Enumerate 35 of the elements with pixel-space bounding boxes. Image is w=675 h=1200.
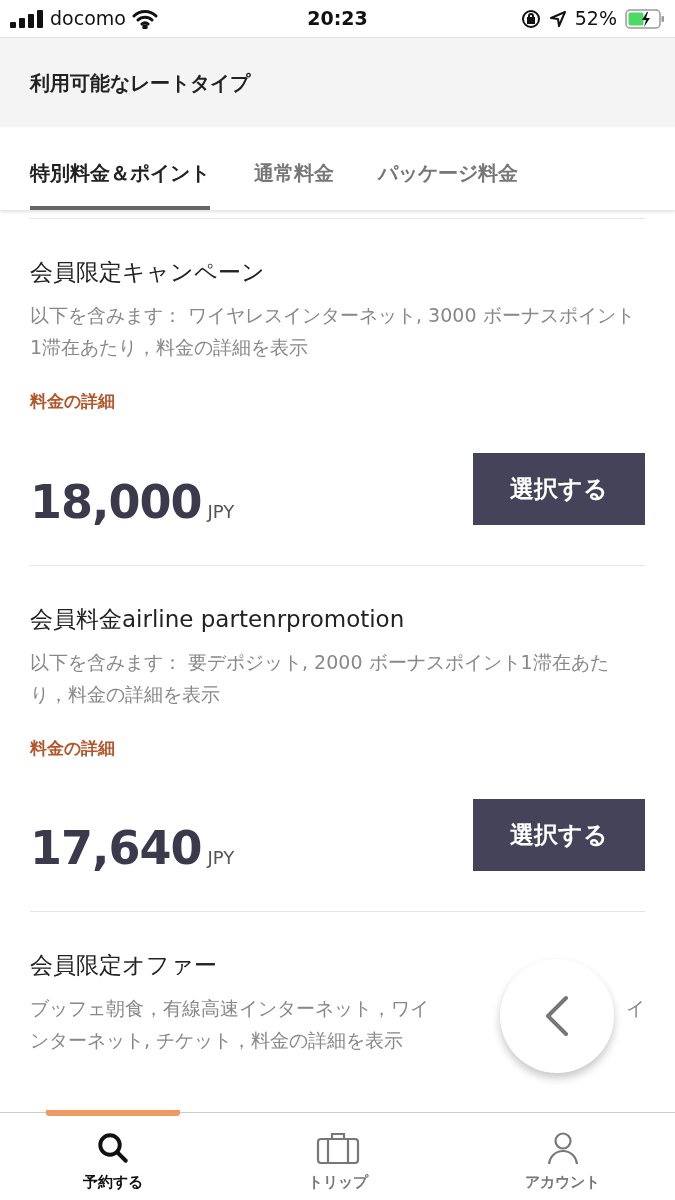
nav-tab[interactable]: アカウント (450, 1113, 675, 1200)
rate-tab[interactable]: 特別料金＆ポイント (30, 158, 210, 210)
rate-details-link[interactable]: 料金の詳細 (30, 389, 115, 415)
rate-tab[interactable]: パッケージ料金 (378, 158, 518, 210)
wifi-icon (131, 8, 158, 29)
location-arrow-icon (548, 9, 567, 28)
nav-tab[interactable]: トリップ (225, 1113, 450, 1200)
select-button[interactable]: 選択する (473, 799, 645, 871)
rate-title: 会員限定オファー (30, 951, 218, 980)
carrier-name: docomo (50, 6, 126, 32)
battery-percent: 52% (574, 6, 617, 32)
rotation-lock-icon (520, 8, 541, 29)
person-icon (546, 1131, 579, 1165)
nav-tab[interactable]: 予約する (0, 1113, 225, 1200)
rate-description: ブッフェ朝食，有線高速インターネット，ワイ (30, 996, 429, 1021)
signal-icon (10, 9, 44, 28)
rate-details-link[interactable]: 料金の詳細 (30, 735, 115, 761)
rate-description: 以下を含みます： 要デポジット, 2000 ボーナスポイント1滞在あたり，料金の詳細を表示 (30, 649, 610, 707)
rate-description: ンターネット, チケット，料金の詳細を表示 (30, 1028, 404, 1053)
rate-price: 18,000 (30, 478, 202, 525)
price-currency: JPY (207, 846, 235, 870)
page-title: 利用可能なレートタイプ (30, 69, 250, 97)
price-currency: JPY (207, 499, 235, 524)
clock-time: 20:23 (307, 6, 368, 32)
rate-title: 会員限定キャンペーン (30, 258, 266, 287)
rate-tab[interactable]: 通常料金 (254, 158, 334, 210)
battery-icon (625, 8, 665, 29)
select-button[interactable]: 選択する (473, 452, 645, 525)
suitcase-icon (315, 1131, 360, 1165)
rate-description: 以下を含みます： ワイヤレスインターネット, 3000 ボーナスポイント1滞在あたり，料金の詳細を表示 (30, 303, 636, 360)
rate-title: 会員料金airline partenrpromotion (30, 604, 406, 634)
rate-description: イ (626, 996, 645, 1021)
chevron-left-icon (544, 995, 570, 1037)
back-fab[interactable] (500, 959, 614, 1073)
rate-price: 17,640 (30, 825, 202, 871)
